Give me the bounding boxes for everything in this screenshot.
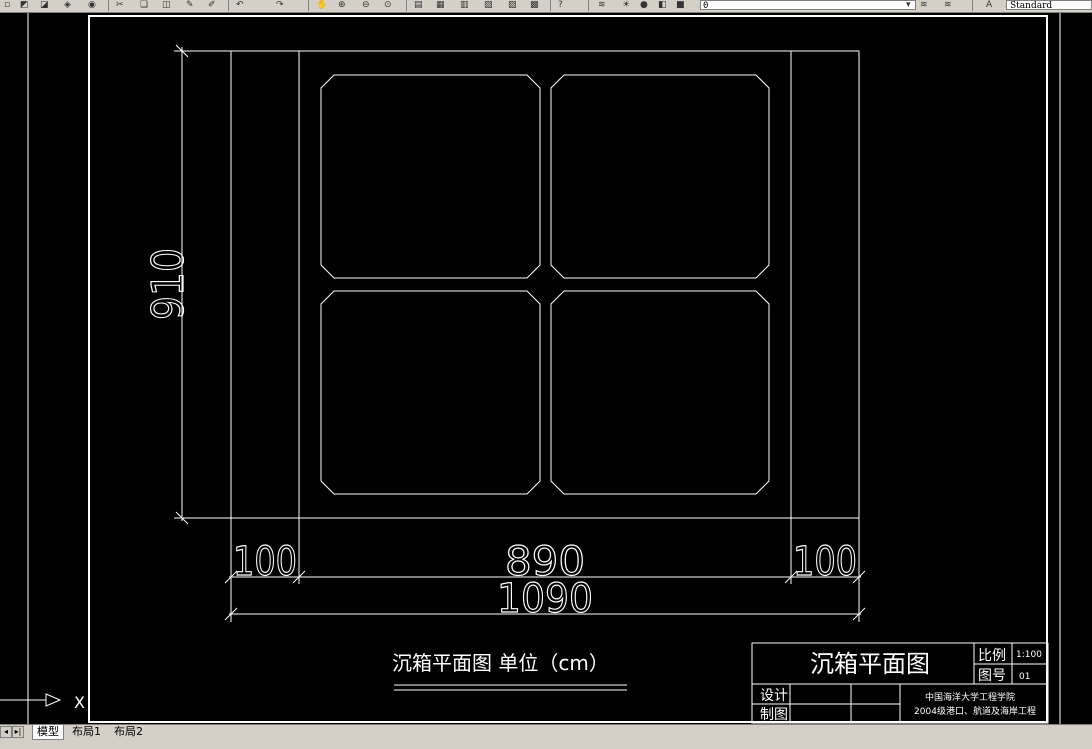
toolpalettes-icon[interactable]: ▥	[460, 0, 469, 10]
tab-layout1[interactable]: 布局1	[68, 725, 105, 739]
properties-icon[interactable]: ▤	[414, 0, 423, 10]
compartment-top-left	[320, 74, 541, 279]
layer-states-icon[interactable]: ≋	[944, 0, 952, 10]
text-style-icon[interactable]: A	[986, 0, 992, 10]
chevron-down-icon[interactable]: ▾	[906, 0, 911, 10]
markup-icon[interactable]: ▨	[508, 0, 517, 10]
ucs-arrow-icon	[45, 693, 62, 707]
zoom-window-icon[interactable]: ⊖	[362, 0, 370, 10]
toolbar-separator	[972, 0, 973, 11]
drawing-no-label: 图号	[978, 668, 1006, 684]
calculator-icon[interactable]: ▩	[530, 0, 539, 10]
institution-text: 中国海洋大学工程学院	[925, 691, 1015, 703]
scale-value: 1:100	[1016, 650, 1042, 660]
tab-model[interactable]: 模型	[32, 725, 64, 740]
dim-right-text: 100	[793, 539, 857, 585]
layer-dropdown[interactable]: 0	[700, 0, 916, 11]
layer-dropdown-value: 0	[703, 1, 709, 11]
layer-lock-icon[interactable]: ◧	[658, 0, 667, 10]
dim-left-text: 100	[233, 539, 297, 585]
drawing-caption: 沉箱平面图 单位（cm）	[392, 651, 609, 675]
layer-manager-icon[interactable]: ≋	[598, 0, 606, 10]
drawing-no-value: 01	[1019, 672, 1030, 682]
drawing-canvas[interactable]: 910 100 890 100 1090 沉箱平面图 单位（cm） X 沉箱平面…	[0, 13, 1092, 725]
draft-label: 制图	[760, 707, 788, 723]
preview-icon[interactable]: ◉	[88, 0, 96, 10]
tab-layout2[interactable]: 布局2	[110, 725, 147, 739]
copy-icon[interactable]: ❏	[140, 0, 148, 10]
compartment-bottom-right	[550, 290, 770, 495]
text-style-value: Standard	[1010, 1, 1053, 11]
zoom-previous-icon[interactable]: ⊙	[384, 0, 392, 10]
cut-icon[interactable]: ✂	[116, 0, 124, 10]
toolbar-separator	[228, 0, 229, 11]
layer-color-icon[interactable]: ■	[676, 0, 685, 10]
tab-scroll-last-icon[interactable]: ▸|	[12, 726, 24, 738]
designcenter-icon[interactable]: ▦	[436, 0, 445, 10]
title-block-title: 沉箱平面图	[810, 650, 930, 678]
toolbar-separator	[308, 0, 309, 11]
caisson-outline	[230, 50, 860, 519]
design-label: 设计	[760, 688, 788, 704]
pan-icon[interactable]: ✋	[316, 0, 327, 10]
toolbar-separator	[550, 0, 551, 11]
paste-icon[interactable]: ◫	[162, 0, 171, 10]
save-icon[interactable]: ◪	[40, 0, 49, 10]
toolbar-separator	[108, 0, 109, 11]
redo-icon[interactable]: ↷	[276, 0, 284, 10]
tab-scroll-left-icon[interactable]: ◂	[0, 726, 12, 738]
program-text: 2004级港口、航道及海岸工程	[914, 705, 1036, 717]
ucs-x-label: X	[74, 693, 85, 712]
layer-on-icon[interactable]: ☀	[622, 0, 630, 10]
open-icon[interactable]: ◩	[20, 0, 29, 10]
layer-freeze-icon[interactable]: ●	[640, 0, 648, 10]
layout-tab-bar: ◂ ▸| 模型 布局1 布局2	[0, 724, 1092, 749]
toolbar: ▫ ◩ ◪ ◈ ◉ ✂ ❏ ◫ ✎ ✐ ↶ ↷ ✋ ⊕ ⊖ ⊙ ▤ ▦ ▥ ▧ …	[0, 0, 1092, 13]
compartment-bottom-left	[320, 290, 541, 495]
compartment-top-right	[550, 74, 770, 279]
toolbar-separator	[588, 0, 589, 11]
toolbar-separator	[406, 0, 407, 11]
matchprop-icon[interactable]: ✎	[186, 0, 194, 10]
scale-label: 比例	[978, 648, 1006, 664]
text-style-dropdown[interactable]: Standard	[1006, 0, 1092, 11]
zoom-realtime-icon[interactable]: ⊕	[338, 0, 346, 10]
help-icon[interactable]: ?	[558, 0, 563, 10]
print-icon[interactable]: ◈	[64, 0, 71, 10]
undo-icon[interactable]: ↶	[236, 0, 244, 10]
layer-previous-icon[interactable]: ≋	[920, 0, 928, 10]
sheetset-icon[interactable]: ▧	[484, 0, 493, 10]
matchprop-brush-icon[interactable]: ✐	[208, 0, 216, 10]
dim-total-text: 1090	[497, 576, 593, 622]
new-icon[interactable]: ▫	[4, 0, 10, 10]
dim-height-text: 910	[143, 248, 194, 320]
